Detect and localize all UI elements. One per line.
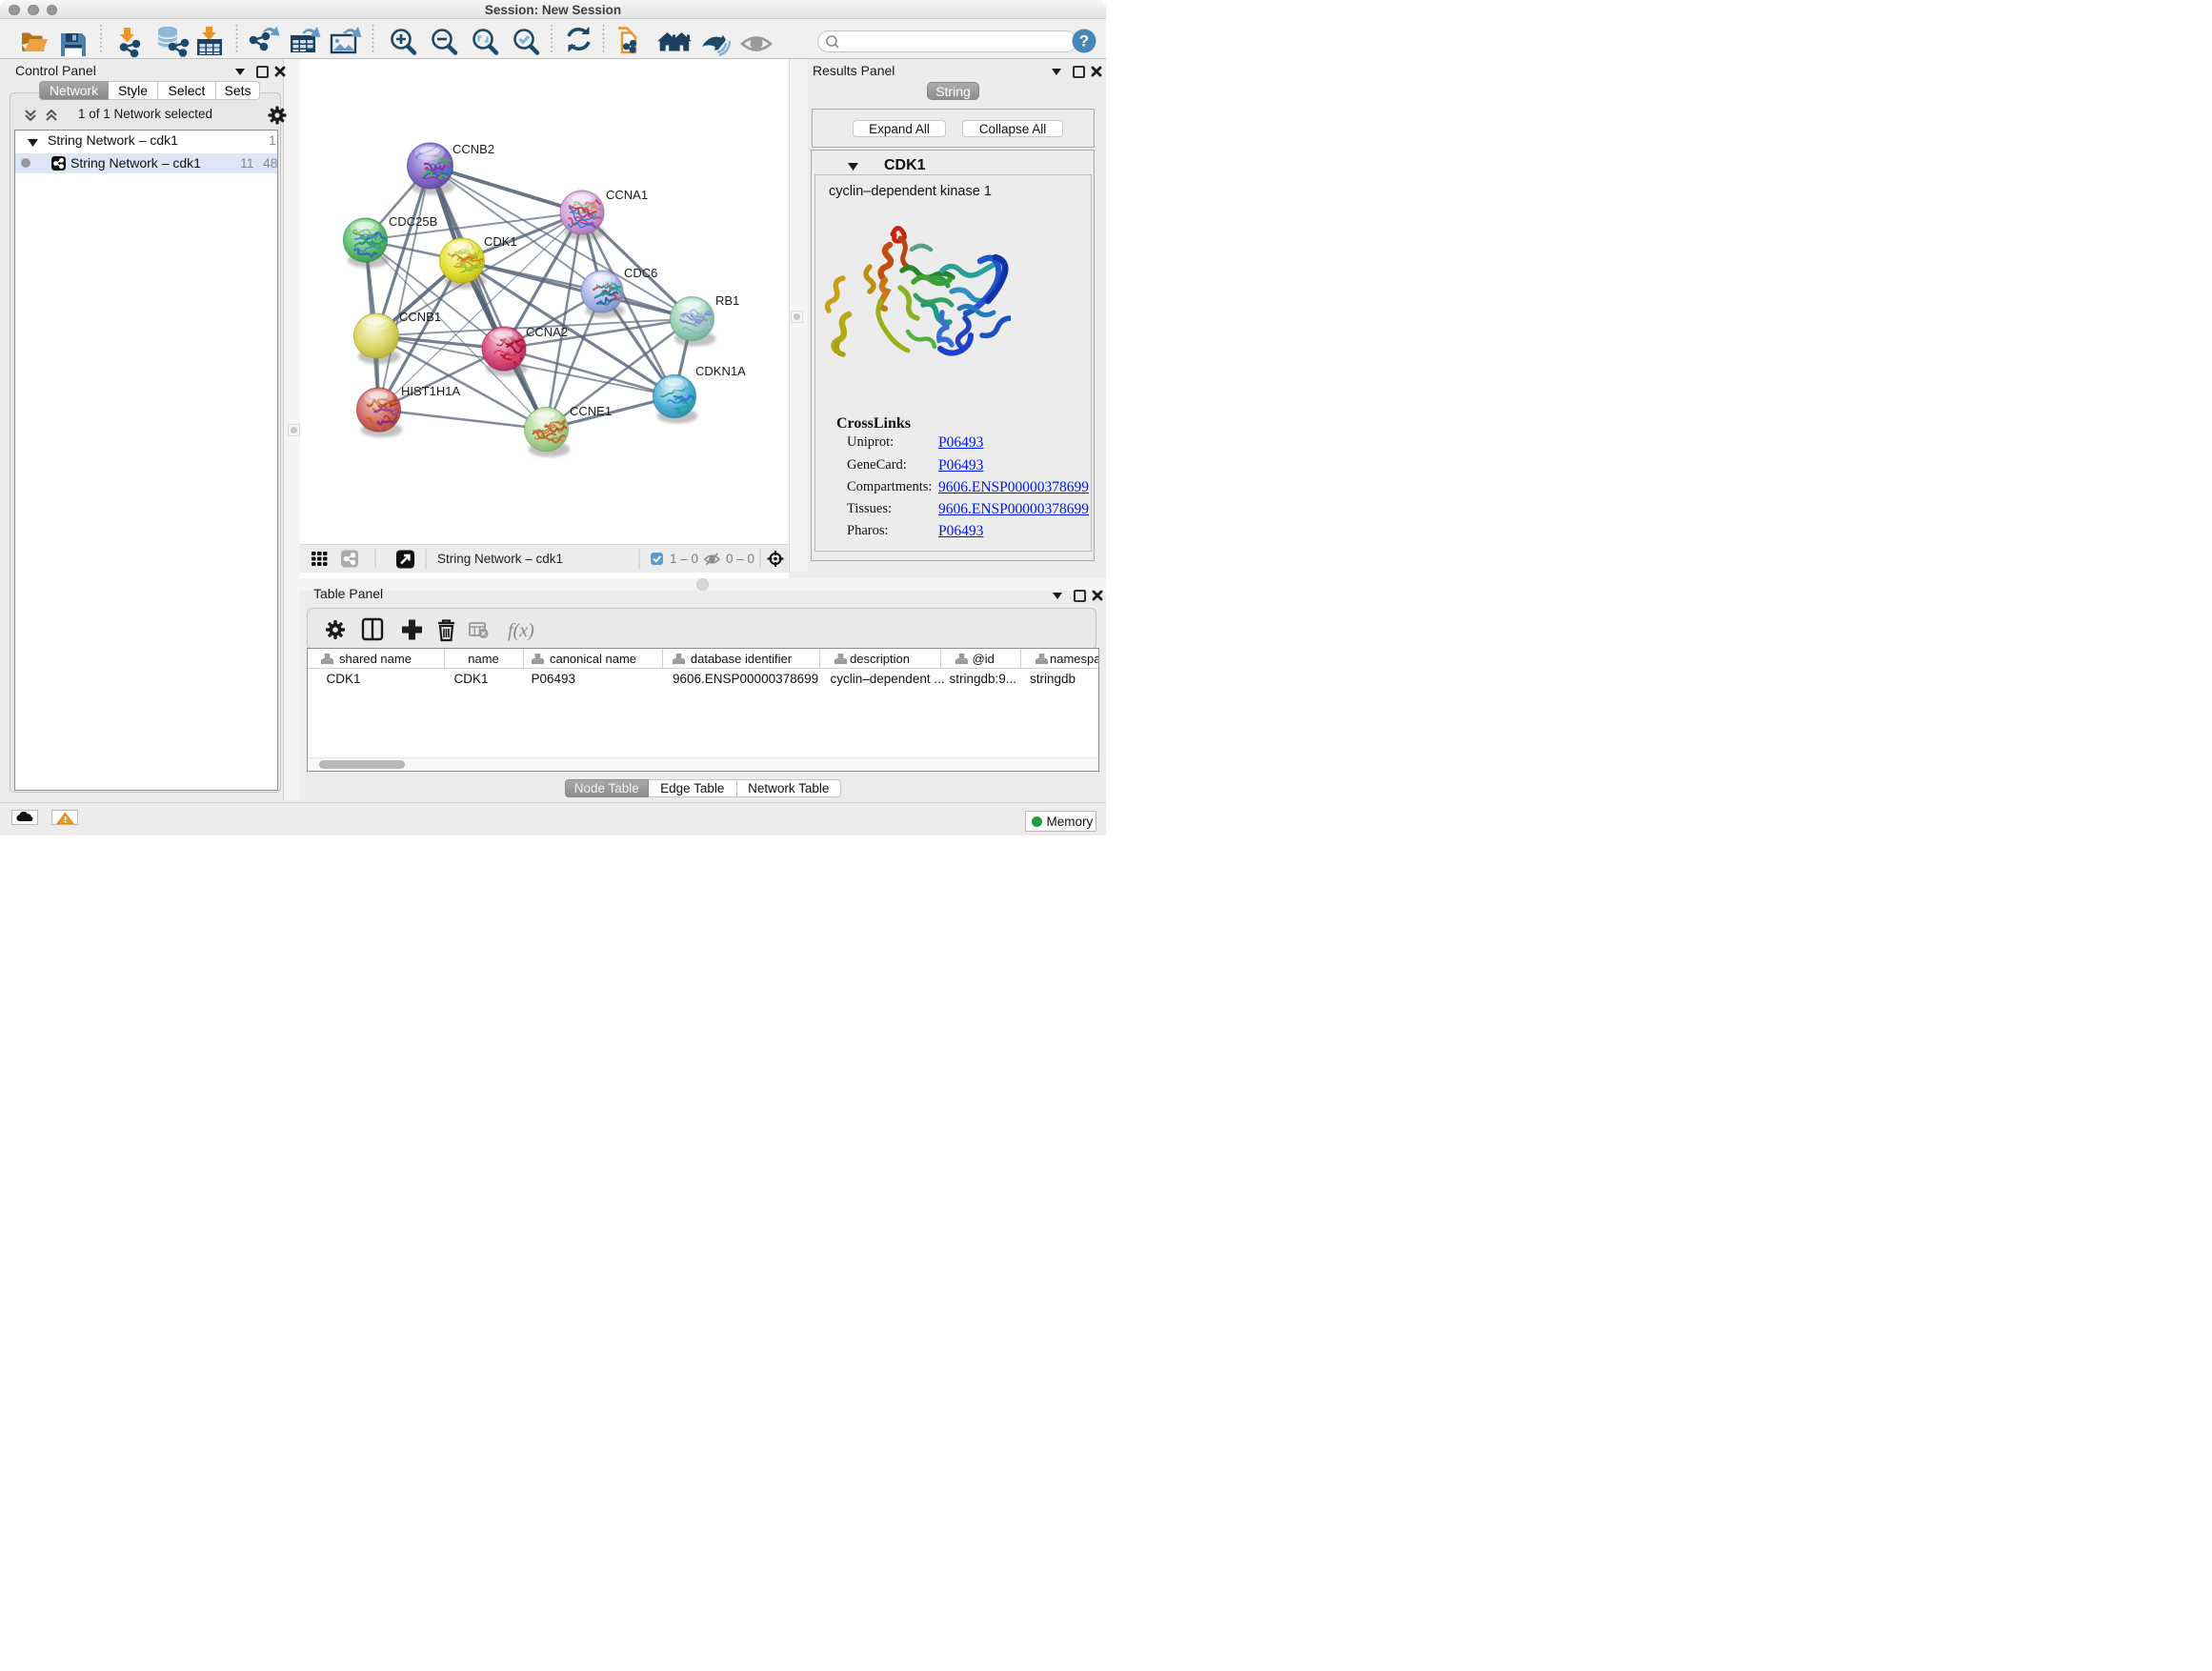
- svg-text:CDKN1A: CDKN1A: [695, 364, 746, 378]
- svg-text:CDK1: CDK1: [484, 234, 517, 249]
- svg-text:CCNE1: CCNE1: [570, 404, 612, 418]
- svg-text:CCNA1: CCNA1: [606, 188, 648, 202]
- svg-text:HIST1H1A: HIST1H1A: [401, 384, 460, 398]
- svg-text:?: ?: [1079, 32, 1089, 50]
- svg-text:CDC25B: CDC25B: [389, 214, 437, 229]
- svg-text:f(x): f(x): [508, 620, 534, 641]
- svg-text:CCNA2: CCNA2: [526, 325, 568, 339]
- svg-text:String Network – cdk1: String Network – cdk1: [437, 552, 563, 566]
- svg-text:CCNB2: CCNB2: [452, 142, 494, 156]
- svg-text:CDC6: CDC6: [624, 266, 657, 280]
- svg-text:RB1: RB1: [715, 293, 739, 308]
- svg-text:CCNB1: CCNB1: [399, 310, 441, 324]
- svg-text:0 – 0: 0 – 0: [726, 552, 754, 566]
- svg-text:1 – 0: 1 – 0: [670, 552, 698, 566]
